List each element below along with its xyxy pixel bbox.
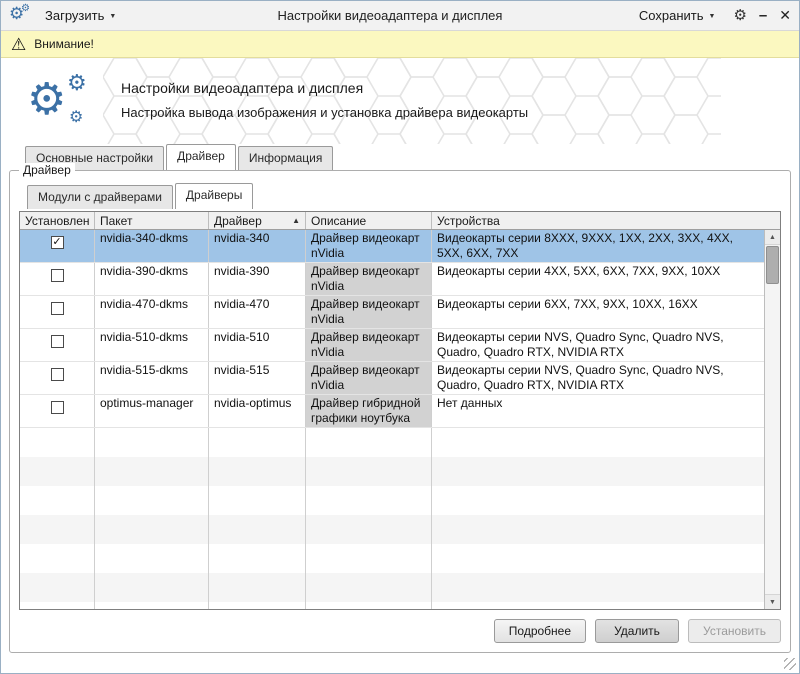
description-cell: Драйвер видеокарт nVidia — [306, 362, 432, 394]
details-button[interactable]: Подробнее — [494, 619, 586, 643]
warning-icon: ⚠ — [11, 36, 26, 53]
status-bar — [1, 657, 799, 673]
installed-checkbox[interactable] — [51, 401, 64, 414]
devices-cell: Видеокарты серии 4XX, 5XX, 6XX, 7XX, 9XX… — [432, 263, 764, 295]
devices-cell: Видеокарты серии NVS, Quadro Sync, Quadr… — [432, 329, 764, 361]
chevron-down-icon: ▼ — [109, 11, 116, 20]
close-button[interactable]: ✕ — [779, 7, 791, 24]
driver-cell: nvidia-optimus — [209, 395, 306, 427]
driver-cell: nvidia-470 — [209, 296, 306, 328]
tab-driver-modules[interactable]: Модули с драйверами — [27, 185, 173, 209]
load-button[interactable]: Загрузить ▼ — [39, 5, 122, 26]
column-header-label: Установлен — [25, 214, 90, 228]
warning-banner: ⚠ Внимание! — [1, 31, 799, 58]
description-cell: Драйвер видеокарт nVidia — [306, 296, 432, 328]
devices-cell: Нет данных — [432, 395, 764, 427]
description-cell: Драйвер видеокарт nVidia — [306, 329, 432, 361]
gear-icon: ⚙ — [69, 110, 83, 126]
installed-checkbox[interactable] — [51, 335, 64, 348]
table-row[interactable]: nvidia-515-dkms nvidia-515 Драйвер видео… — [20, 362, 764, 395]
package-cell: nvidia-510-dkms — [95, 329, 209, 361]
devices-cell: Видеокарты серии 8XXX, 9XXX, 1XX, 2XX, 3… — [432, 230, 764, 262]
load-button-label: Загрузить — [45, 8, 104, 23]
sort-ascending-icon: ▲ — [292, 216, 300, 225]
column-header-label: Драйвер — [214, 214, 262, 228]
scroll-up-button[interactable]: ▲ — [765, 230, 780, 245]
column-header-label: Пакет — [100, 214, 132, 228]
scrollbar-thumb[interactable] — [766, 246, 779, 284]
column-header-label: Устройства — [437, 214, 500, 228]
devices-cell: Видеокарты серии NVS, Quadro Sync, Quadr… — [432, 362, 764, 394]
gear-icon: ⚙ — [21, 4, 30, 14]
driver-cell: nvidia-340 — [209, 230, 306, 262]
page-header: ⚙ ⚙ ⚙ Настройки видеоадаптера и дисплея … — [1, 58, 799, 144]
column-header-devices[interactable]: Устройства — [432, 212, 780, 229]
page-subtitle: Настройка вывода изображения и установка… — [121, 105, 528, 120]
column-header-driver[interactable]: Драйвер ▲ — [209, 212, 306, 229]
window-title: Настройки видеоадаптера и дисплея — [189, 8, 591, 23]
description-cell: Драйвер видеокарт nVidia — [306, 230, 432, 262]
resize-grip[interactable] — [784, 658, 796, 670]
driver-cell: nvidia-390 — [209, 263, 306, 295]
tab-drivers[interactable]: Драйверы — [175, 183, 253, 209]
table-header-row: Установлен Пакет Драйвер ▲ Описание Устро… — [20, 212, 780, 230]
chevron-down-icon: ▼ — [709, 11, 716, 20]
description-cell: Драйвер видеокарт nVidia — [306, 263, 432, 295]
driver-inner-tabs: Модули с драйверами Драйверы — [19, 183, 781, 209]
delete-button[interactable]: Удалить — [595, 619, 679, 643]
installed-checkbox[interactable]: ✓ — [51, 236, 64, 249]
package-cell: nvidia-515-dkms — [95, 362, 209, 394]
column-header-description[interactable]: Описание — [306, 212, 432, 229]
installed-checkbox[interactable] — [51, 269, 64, 282]
table-row[interactable]: optimus-manager nvidia-optimus Драйвер г… — [20, 395, 764, 428]
settings-gear-button[interactable]: ⚙ — [733, 8, 746, 23]
installed-checkbox[interactable] — [51, 368, 64, 381]
save-button[interactable]: Сохранить ▼ — [633, 5, 722, 26]
action-buttons: Подробнее Удалить Установить — [19, 610, 781, 644]
titlebar: ⚙ ⚙ Загрузить ▼ Настройки видеоадаптера … — [1, 1, 799, 31]
table-row[interactable]: ✓ nvidia-340-dkms nvidia-340 Драйвер вид… — [20, 230, 764, 263]
table-body: ✓ nvidia-340-dkms nvidia-340 Драйвер вид… — [20, 230, 764, 609]
scroll-down-button[interactable]: ▼ — [765, 594, 780, 609]
page-title: Настройки видеоадаптера и дисплея — [121, 80, 528, 96]
driver-cell: nvidia-510 — [209, 329, 306, 361]
column-header-package[interactable]: Пакет — [95, 212, 209, 229]
tab-information[interactable]: Информация — [238, 146, 333, 170]
minimize-button[interactable]: – — [759, 7, 767, 24]
description-cell: Драйвер гибридной графики ноутбука — [306, 395, 432, 427]
devices-cell: Видеокарты серии 6XX, 7XX, 9XX, 10XX, 16… — [432, 296, 764, 328]
gear-icon: ⚙ — [67, 72, 87, 94]
package-cell: nvidia-390-dkms — [95, 263, 209, 295]
driver-groupbox: Драйвер Модули с драйверами Драйверы Уст… — [9, 170, 791, 653]
gear-icon: ⚙ — [27, 78, 66, 122]
app-window: ⚙ ⚙ Загрузить ▼ Настройки видеоадаптера … — [0, 0, 800, 674]
installed-checkbox[interactable] — [51, 302, 64, 315]
table-row[interactable]: nvidia-510-dkms nvidia-510 Драйвер видео… — [20, 329, 764, 362]
drivers-table: Установлен Пакет Драйвер ▲ Описание Устро… — [19, 211, 781, 610]
tab-driver[interactable]: Драйвер — [166, 144, 236, 170]
scrollbar-track[interactable] — [765, 245, 780, 594]
table-row[interactable]: nvidia-470-dkms nvidia-470 Драйвер видео… — [20, 296, 764, 329]
app-gears-icon: ⚙ ⚙ — [9, 4, 33, 28]
driver-cell: nvidia-515 — [209, 362, 306, 394]
main-tabs: Основные настройки Драйвер Информация — [1, 144, 799, 170]
package-cell: optimus-manager — [95, 395, 209, 427]
vertical-scrollbar[interactable]: ▲ ▼ — [764, 230, 780, 609]
warning-text: Внимание! — [34, 37, 94, 51]
package-cell: nvidia-340-dkms — [95, 230, 209, 262]
column-header-installed[interactable]: Установлен — [20, 212, 95, 229]
groupbox-legend: Драйвер — [19, 163, 75, 177]
save-button-label: Сохранить — [639, 8, 704, 23]
column-header-label: Описание — [311, 214, 366, 228]
table-row[interactable]: nvidia-390-dkms nvidia-390 Драйвер видео… — [20, 263, 764, 296]
table-empty-area — [20, 428, 764, 609]
gears-logo-icon: ⚙ ⚙ ⚙ — [27, 72, 107, 132]
install-button[interactable]: Установить — [688, 619, 781, 643]
package-cell: nvidia-470-dkms — [95, 296, 209, 328]
